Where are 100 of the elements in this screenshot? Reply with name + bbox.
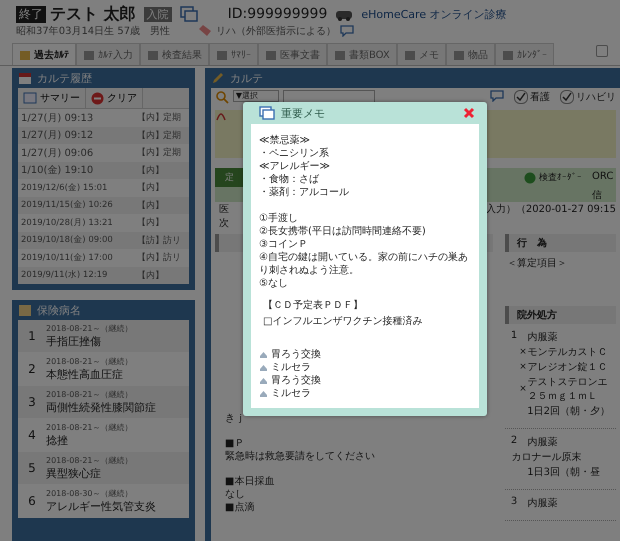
pencil-icon xyxy=(210,71,225,85)
online-link[interactable]: eHomeCare オンライン診療 xyxy=(361,6,507,22)
history-date: 2019/9/11(水) 12:19 xyxy=(21,269,108,282)
tab-icon xyxy=(147,48,159,60)
drug-mark: × xyxy=(519,347,528,357)
drug-name: モンテルカストＣ xyxy=(527,346,608,359)
drug-name: アレジオン錠１Ｃ xyxy=(527,361,608,374)
tab[interactable]: 物品 xyxy=(446,43,495,65)
drug-mark: × xyxy=(519,384,528,394)
tab[interactable]: メモ xyxy=(396,43,446,65)
orca-button[interactable]: ORC xyxy=(592,171,616,182)
orca-sub-label: 信 xyxy=(592,189,603,202)
tab[interactable]: ｶﾙﾃ入力 xyxy=(76,43,140,65)
history-row[interactable]: 1/27(月) 09:06 【内】定期 xyxy=(18,144,189,162)
history-row[interactable]: 1/27(月) 09:12 【内】定期 xyxy=(18,126,189,144)
tab[interactable]: 書類BOX xyxy=(327,43,397,65)
dialog-title: 重要メモ xyxy=(281,106,325,120)
filter-select[interactable]: ▼選択 xyxy=(232,90,280,102)
act-item: ＜算定項目＞ xyxy=(506,256,568,271)
speech-bubble-icon[interactable] xyxy=(340,25,354,37)
memo-item: ミルセラ xyxy=(271,387,311,400)
tab-icon xyxy=(502,48,514,60)
disease-since: 2018-08-21～（継続） xyxy=(46,323,132,334)
filter-checkbox[interactable]: リハビリ xyxy=(560,90,616,104)
disease-since: 2018-08-30～（継続） xyxy=(46,488,134,499)
history-row[interactable]: 2019/9/11(水) 12:19 【内】 xyxy=(18,266,189,284)
drug-name: カロナール原末 xyxy=(511,450,582,464)
tab[interactable]: 医事文書 xyxy=(258,43,327,65)
history-row[interactable]: 2019/12/6(金) 15:01 【内】 xyxy=(18,179,189,196)
windows-icon[interactable] xyxy=(180,6,198,22)
visit-type: 【内】 xyxy=(137,182,163,194)
clear-button[interactable]: クリア xyxy=(86,88,143,108)
rx-usage: 1日3回（朝・昼 xyxy=(527,466,600,479)
section-header: 行 為 xyxy=(504,234,616,252)
visit-type: 【内】 xyxy=(137,164,163,177)
next-label: 次 xyxy=(218,217,229,230)
memo-line: ≪禁忌薬≫ xyxy=(259,134,311,147)
close-icon[interactable] xyxy=(463,107,475,119)
lab-order-button[interactable]: 検査ｵｰﾀﾞｰ xyxy=(524,168,582,184)
visit-type: 【内】 xyxy=(137,252,163,264)
history-row[interactable]: 1/10(金) 19:10 【内】 xyxy=(18,162,189,179)
history-row[interactable]: 1/27(月) 09:13 【内】定期 xyxy=(18,109,189,126)
drug-name: テストステロンエ xyxy=(527,376,608,389)
visit-tag: 定期 xyxy=(163,111,181,124)
visit-type: 【内】 xyxy=(137,216,163,230)
tab[interactable]: ｻﾏﾘｰ xyxy=(209,43,258,65)
memo-line: ⑤なし xyxy=(259,277,289,290)
tab-icon xyxy=(404,48,416,60)
search-icon[interactable] xyxy=(214,90,229,104)
tab-icon xyxy=(334,48,346,60)
history-date: 2019/11/15(金) 10:26 xyxy=(21,199,114,212)
tab[interactable]: 過去ｶﾙﾃ xyxy=(12,43,76,65)
disease-name: 本態性高血圧症 xyxy=(46,367,124,382)
disease-number: 4 xyxy=(27,428,37,442)
note-line: ■点滴 xyxy=(224,501,256,514)
checkbox[interactable] xyxy=(596,45,608,57)
tab-icon xyxy=(265,48,277,60)
tab[interactable]: 検査結果 xyxy=(140,43,209,65)
panel-title: 保険病名 xyxy=(37,302,81,318)
checkmark-icon xyxy=(515,91,527,103)
filter-checkbox[interactable]: 看護 xyxy=(514,90,550,104)
history-date: 1/27(月) 09:06 xyxy=(21,146,94,160)
visit-tag: 訪リ xyxy=(163,234,181,247)
order-tab[interactable]: 定 xyxy=(214,168,244,187)
history-row[interactable]: 2019/10/18(金) 09:00 【訪】訪リ xyxy=(18,232,189,249)
tab-icon xyxy=(19,48,31,60)
history-date: 1/10(金) 19:10 xyxy=(21,164,94,178)
history-date: 2019/10/18(金) 09:00 xyxy=(21,234,114,246)
rehab-tag: リハ（外部医指示による） xyxy=(216,24,336,38)
drug-name: ２５ｍｇ１ｍＬ xyxy=(527,390,598,403)
visit-tag: 定期 xyxy=(163,128,181,142)
memo-item: 胃ろう交換 xyxy=(271,348,321,361)
visit-type: 【内】 xyxy=(137,270,163,282)
visit-type: 【内】 xyxy=(137,130,163,142)
history-row[interactable]: 2019/10/11(金) 17:00 【内】訪リ xyxy=(18,249,189,266)
history-row[interactable]: 2019/10/28(月) 13:21 【内】 xyxy=(18,214,189,232)
memo-line: ・薬剤：アルコール xyxy=(259,186,350,199)
disease-number: 5 xyxy=(27,461,37,475)
rx-number: 2 xyxy=(510,435,518,446)
minus-circle-icon xyxy=(91,92,104,104)
summary-button[interactable]: サマリー xyxy=(18,88,86,108)
visit-tag: 定期 xyxy=(163,146,181,160)
speech-bubble-icon[interactable] xyxy=(490,90,504,102)
disease-name: アレルギー性気管支炎 xyxy=(46,499,156,514)
history-date: 2019/10/28(月) 13:21 xyxy=(21,216,114,229)
memo-item: ミルセラ xyxy=(271,361,311,374)
visit-type: 【訪】 xyxy=(137,234,163,247)
ward-badge: 入院 xyxy=(144,6,172,22)
patient-name: テスト 太郎 xyxy=(50,4,136,24)
history-date: 1/27(月) 09:12 xyxy=(21,129,94,142)
birth-info: 昭和37年03月14日生 57歳 男性 xyxy=(16,24,172,38)
history-row[interactable]: 2019/11/15(金) 10:26 【内】 xyxy=(18,196,189,214)
tab[interactable]: ｶﾚﾝﾀﾞｰ xyxy=(494,43,554,65)
visit-type: 【内】 xyxy=(137,200,163,212)
note-line: ■Ｐ xyxy=(224,437,246,450)
memo-line: ・ペニシリン系 xyxy=(259,147,330,160)
memo-line: ≪アレルギー≫ xyxy=(259,160,331,173)
calendar-icon xyxy=(18,71,32,85)
tab-icon xyxy=(216,48,228,60)
disease-name: 捻挫 xyxy=(46,433,69,448)
